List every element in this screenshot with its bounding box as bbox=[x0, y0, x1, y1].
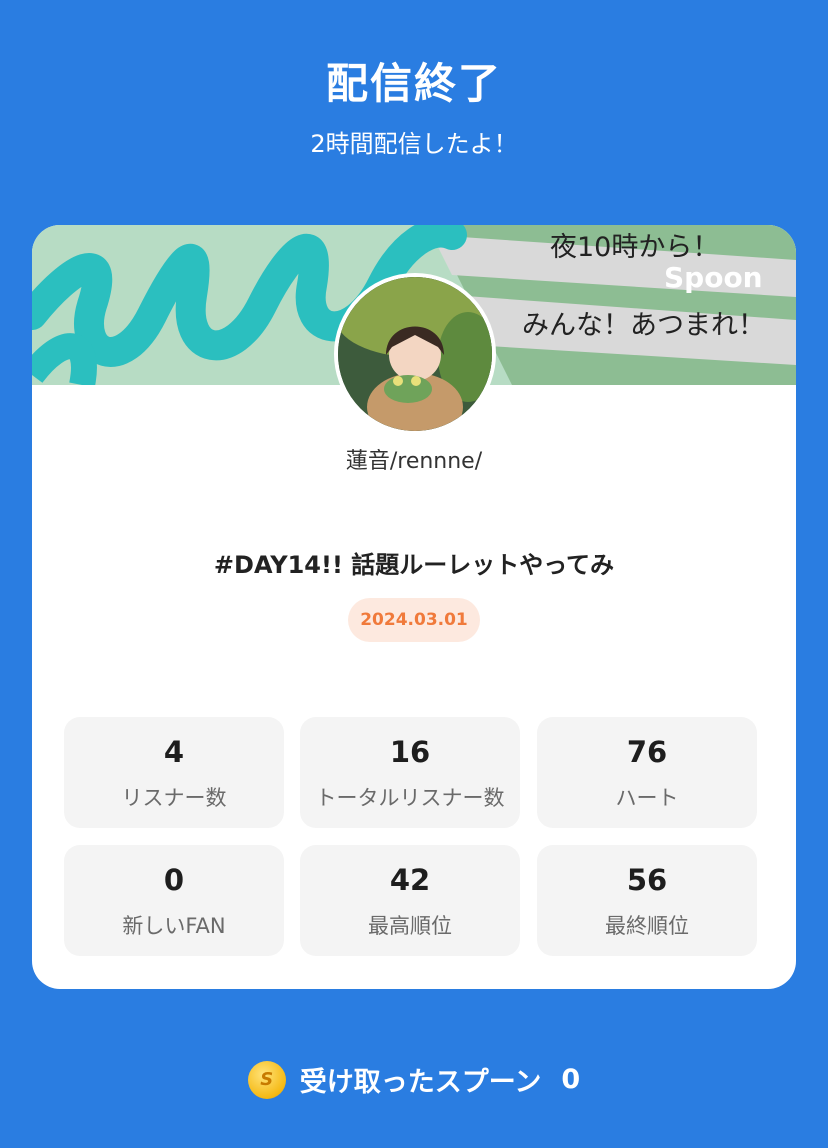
broadcast-title: #DAY14!! 話題ルーレットやってみ bbox=[213, 551, 615, 579]
stat-value: 16 bbox=[389, 735, 431, 769]
username: 蓮音/rennne/ bbox=[345, 449, 483, 474]
stat-label: リスナー数 bbox=[121, 786, 227, 810]
received-spoons-count: 0 bbox=[561, 1064, 581, 1095]
banner-brand-logo: Spoon bbox=[664, 261, 763, 294]
date-badge: 2024.03.01 bbox=[348, 598, 480, 642]
broadcast-summary-card: 夜10時から！ Spoon みんな！あつまれ！ 蓮音/rennne/ #DAY1… bbox=[32, 225, 796, 989]
stat-listeners: 4 リスナー数 bbox=[64, 717, 284, 828]
received-spoons-label: 受け取ったスプーン bbox=[299, 1067, 542, 1098]
stat-value: 76 bbox=[626, 735, 668, 769]
stat-label: 新しいFAN bbox=[122, 914, 226, 938]
page-title: 配信終了 bbox=[325, 59, 502, 108]
stat-label: 最終順位 bbox=[605, 914, 689, 938]
spoon-coin-icon: S bbox=[247, 1060, 286, 1099]
banner-text-time: 夜10時から！ bbox=[550, 232, 720, 263]
stat-new-fans: 0 新しいFAN bbox=[64, 845, 284, 956]
stat-highest-rank: 42 最高順位 bbox=[300, 845, 520, 956]
stat-label: 最高順位 bbox=[368, 914, 452, 938]
page-subtitle: 2時間配信したよ！ bbox=[310, 130, 518, 158]
avatar-image bbox=[338, 277, 492, 431]
stat-value: 42 bbox=[389, 863, 431, 897]
received-spoons: S 受け取ったスプーン 0 bbox=[0, 1060, 828, 1106]
stat-hearts: 76 ハート bbox=[537, 717, 757, 828]
stat-value: 56 bbox=[626, 863, 668, 897]
stat-label: トータルリスナー数 bbox=[315, 786, 505, 810]
stat-label: ハート bbox=[615, 786, 679, 810]
stat-final-rank: 56 最終順位 bbox=[537, 845, 757, 956]
stat-value: 0 bbox=[163, 863, 185, 897]
stat-total-listeners: 16 トータルリスナー数 bbox=[300, 717, 520, 828]
banner-text-invite: みんな！あつまれ！ bbox=[522, 310, 765, 341]
avatar[interactable] bbox=[334, 273, 496, 435]
stat-value: 4 bbox=[163, 735, 185, 769]
